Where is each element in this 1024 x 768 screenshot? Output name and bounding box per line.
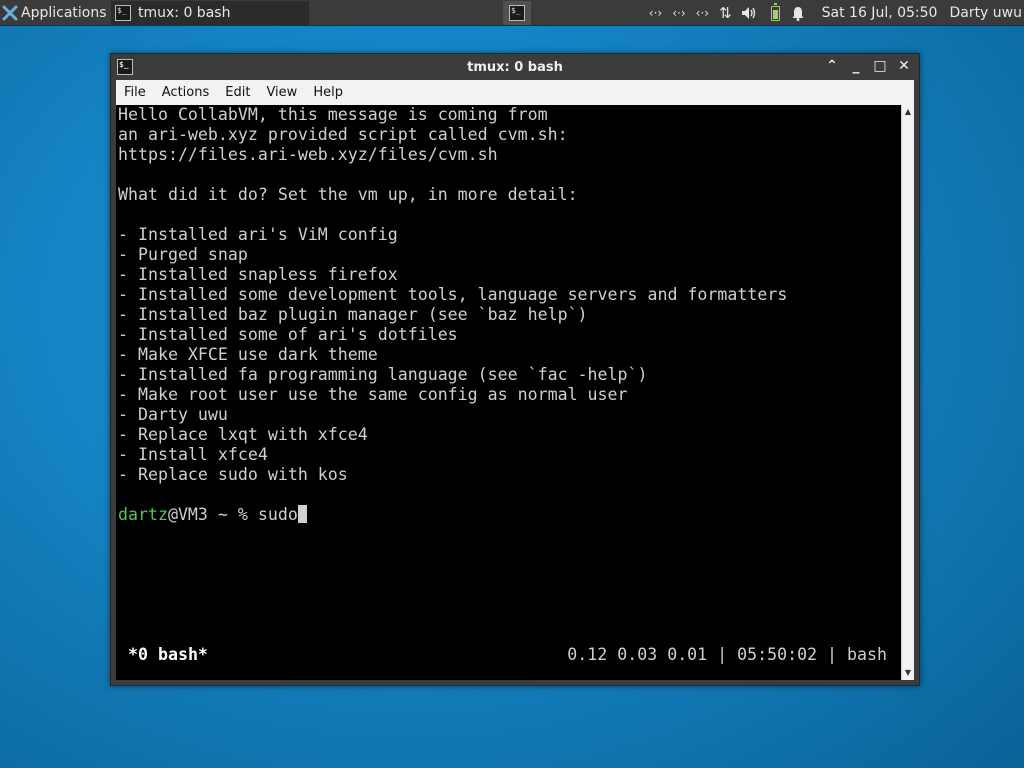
terminal-line: - Installed baz plugin manager (see `baz… <box>118 305 588 324</box>
prompt-host: @VM3 ~ % <box>167 505 258 524</box>
terminal-launcher-button[interactable]: $_ <box>503 1 531 25</box>
prompt-username: dartz <box>118 505 168 524</box>
menu-help[interactable]: Help <box>305 85 351 100</box>
terminal-line: - Make root user use the same config as … <box>118 385 628 404</box>
scroll-down-arrow-icon[interactable]: ▼ <box>902 667 914 679</box>
scroll-up-arrow-icon[interactable]: ▲ <box>902 106 914 118</box>
terminal-line: - Installed ari's ViM config <box>118 225 398 244</box>
battery-icon[interactable] <box>770 2 780 21</box>
terminal-line: - Installed some development tools, lang… <box>118 285 788 304</box>
terminal-icon: $_ <box>509 5 525 21</box>
window-title: tmux: 0 bash <box>467 59 563 75</box>
terminal-line: - Installed snapless firefox <box>118 265 398 284</box>
notification-bell-icon[interactable] <box>791 6 805 21</box>
maximize-button[interactable]: □ <box>871 57 889 75</box>
terminal-line: - Installed some of ari's dotfiles <box>118 325 458 344</box>
terminal-line: an ari-web.xyz provided script called cv… <box>118 125 568 144</box>
terminal-line: - Replace lxqt with xfce4 <box>118 425 368 444</box>
prompt-line: dartz@VM3 ~ % sudo <box>118 505 307 525</box>
vertical-scrollbar[interactable]: ▲ ▼ <box>901 105 914 680</box>
terminal-line: - Installed fa programming language (see… <box>118 365 648 384</box>
shade-button[interactable]: ⌃ <box>823 57 841 75</box>
clock[interactable]: Sat 16 Jul, 05:50 <box>822 5 938 21</box>
terminal-line: - Install xfce4 <box>118 445 268 464</box>
terminal-output[interactable]: Hello CollabVM, this message is coming f… <box>116 105 901 680</box>
terminal-window: $_ tmux: 0 bash ⌃ _ □ ✕ File Actions Edi… <box>110 53 920 686</box>
command-input[interactable]: sudo <box>258 505 298 524</box>
applications-menu-button[interactable]: Applications ⋮ <box>0 0 123 26</box>
terminal-line: https://files.ari-web.xyz/files/cvm.sh <box>118 145 498 164</box>
text-cursor <box>297 505 307 523</box>
user-menu[interactable]: Darty uwu <box>949 5 1022 21</box>
tmux-status-right: 0.12 0.03 0.01 | 05:50:02 | bash <box>567 645 887 664</box>
terminal-line: - Replace sudo with kos <box>118 465 348 484</box>
minimize-button[interactable]: _ <box>847 57 865 75</box>
taskbar-item-label: tmux: 0 bash <box>138 5 231 21</box>
taskbar-item-tmux[interactable]: $_ tmux: 0 bash <box>111 1 309 25</box>
window-menu-icon[interactable]: $_ <box>117 59 133 75</box>
network-icon[interactable]: ‹·› <box>649 6 662 20</box>
menubar: File Actions Edit View Help <box>116 80 914 105</box>
volume-icon[interactable] <box>740 5 758 21</box>
tmux-window-list[interactable]: *0 bash* <box>128 645 208 665</box>
terminal-line: - Darty uwu <box>118 405 228 424</box>
transfer-icon[interactable]: ⇅ <box>719 4 732 22</box>
terminal-icon: $_ <box>115 5 131 21</box>
menu-edit[interactable]: Edit <box>217 85 258 100</box>
menu-actions[interactable]: Actions <box>154 85 218 100</box>
menu-view[interactable]: View <box>258 85 305 100</box>
window-titlebar[interactable]: $_ tmux: 0 bash ⌃ _ □ ✕ <box>111 54 919 80</box>
menu-file[interactable]: File <box>116 85 154 100</box>
top-panel: Applications ⋮ $_ tmux: 0 bash $_ ‹·› ‹·… <box>0 0 1024 26</box>
network-icon[interactable]: ‹·› <box>672 6 685 20</box>
terminal-line: Hello CollabVM, this message is coming f… <box>118 105 548 124</box>
close-button[interactable]: ✕ <box>895 57 913 75</box>
network-icon[interactable]: ‹·› <box>696 6 709 20</box>
terminal-line: - Purged snap <box>118 245 248 264</box>
terminal-line: What did it do? Set the vm up, in more d… <box>118 185 578 204</box>
terminal-line: - Make XFCE use dark theme <box>118 345 378 364</box>
xfce-logo-icon <box>2 5 18 20</box>
applications-label: Applications <box>21 4 107 21</box>
system-tray: ‹·› ‹·› ‹·› ⇅ Sat 16 Jul, 05:50 Darty uw… <box>644 0 1024 26</box>
